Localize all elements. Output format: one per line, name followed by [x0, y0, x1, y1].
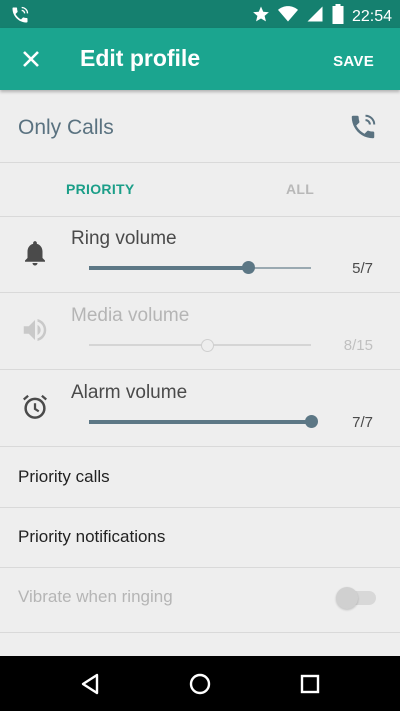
speaker-icon: [20, 315, 50, 345]
save-button[interactable]: SAVE: [333, 53, 374, 70]
alarm-volume-thumb[interactable]: [305, 415, 318, 428]
vibrate-label: Vibrate when ringing: [18, 587, 173, 606]
media-volume-row: Media volume 8/15: [0, 293, 400, 370]
media-volume-thumb[interactable]: [201, 339, 215, 352]
media-volume-value: 8/15: [343, 337, 373, 354]
vibrate-row[interactable]: Vibrate when ringing: [0, 567, 400, 633]
page-title: Edit profile: [80, 45, 201, 71]
wifi-icon: [277, 5, 298, 28]
next-setting-row[interactable]: [0, 632, 400, 656]
ring-volume-label: Ring volume: [71, 228, 177, 249]
alarm-volume-label: Alarm volume: [71, 382, 188, 403]
call-notification-icon: [10, 5, 30, 30]
battery-icon: [332, 4, 344, 29]
priority-calls-label: Priority calls: [18, 467, 110, 486]
ring-volume-thumb[interactable]: [241, 261, 255, 274]
close-icon[interactable]: [18, 46, 44, 72]
ring-volume-slider[interactable]: [89, 261, 311, 274]
back-icon[interactable]: [77, 670, 105, 698]
priority-notifications-row[interactable]: Priority notifications: [0, 507, 400, 568]
status-bar: 22:54: [0, 0, 400, 28]
signal-icon: [306, 5, 324, 28]
ring-volume-row: Ring volume 5/7: [0, 216, 400, 293]
tab-priority[interactable]: PRIORITY: [66, 181, 135, 197]
alarm-volume-slider[interactable]: [89, 415, 318, 428]
alarm-volume-row: Alarm volume 7/7: [0, 370, 400, 447]
alarm-volume-fill: [89, 420, 311, 424]
ring-volume-value: 5/7: [352, 260, 373, 277]
vibrate-toggle[interactable]: [336, 587, 376, 609]
profile-name-row[interactable]: Only Calls: [0, 90, 400, 163]
phone-ringing-icon: [348, 112, 378, 147]
tab-all[interactable]: ALL: [286, 181, 314, 197]
vibrate-toggle-knob: [336, 587, 358, 609]
media-volume-label: Media volume: [71, 305, 190, 326]
profile-name[interactable]: Only Calls: [18, 116, 114, 140]
priority-calls-row[interactable]: Priority calls: [0, 447, 400, 508]
ring-volume-fill: [89, 266, 248, 270]
app-bar: Edit profile SAVE: [0, 28, 400, 90]
clock-time: 22:54: [351, 7, 392, 25]
alarm-volume-value: 7/7: [352, 414, 373, 431]
tab-bar: PRIORITY ALL: [0, 162, 400, 217]
media-volume-slider[interactable]: [89, 339, 311, 352]
navigation-bar: [0, 656, 400, 711]
bell-icon: [20, 238, 50, 268]
home-icon[interactable]: [186, 670, 214, 698]
recents-icon[interactable]: [296, 670, 324, 698]
alarm-clock-icon: [20, 392, 50, 422]
star-icon: [252, 5, 270, 28]
priority-notifications-label: Priority notifications: [18, 527, 166, 546]
